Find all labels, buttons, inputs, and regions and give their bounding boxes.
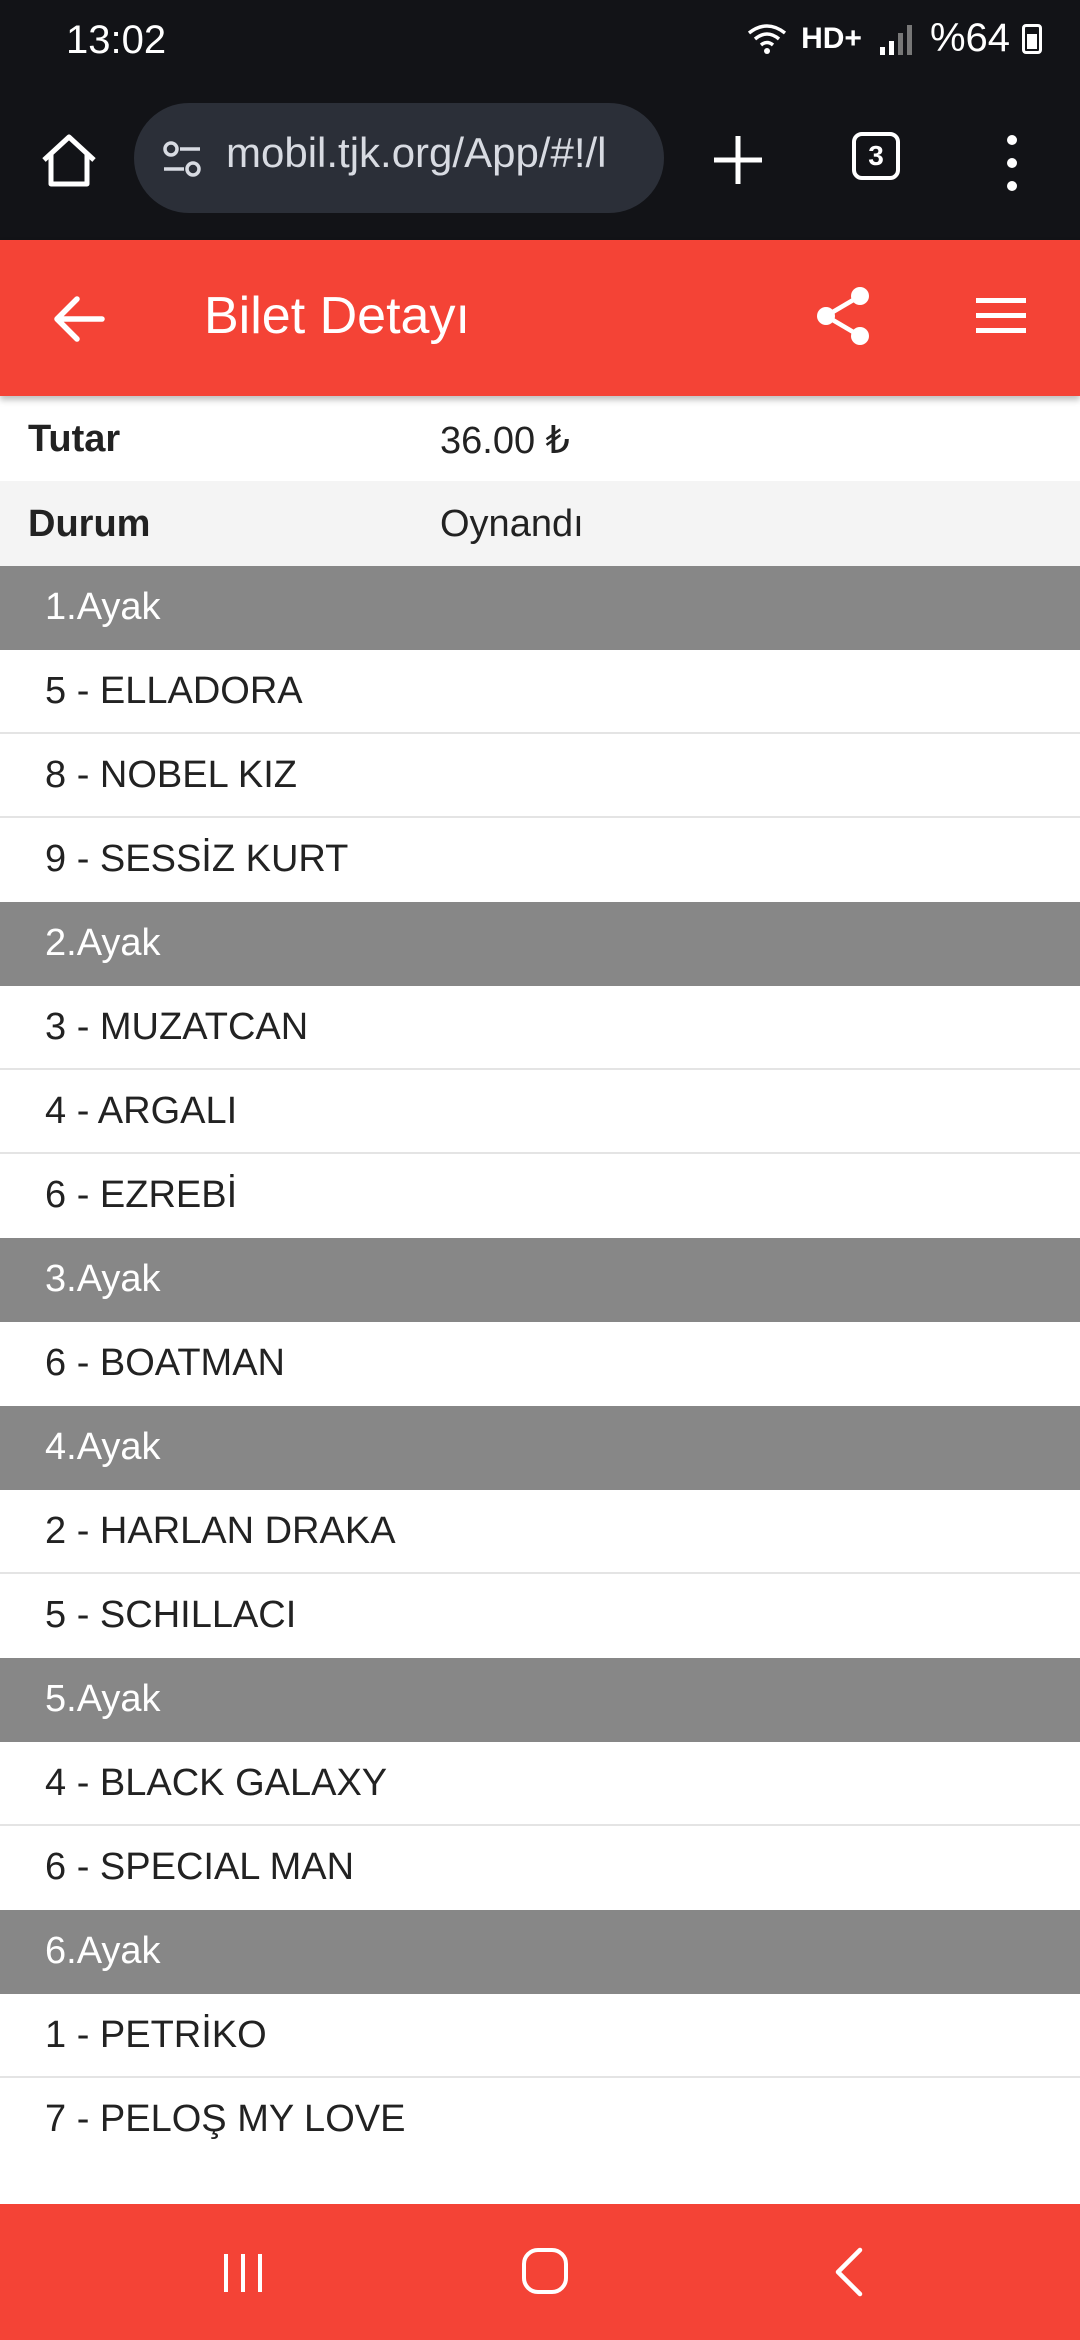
new-tab-plus-icon[interactable] (706, 128, 770, 192)
horse-name: 7 - PELOŞ MY LOVE (45, 2098, 406, 2140)
horse-row: 4 - BLACK GALAXY (0, 1742, 1080, 1826)
amount-value: 36.00 ₺ (440, 420, 570, 462)
tab-switcher-icon[interactable]: 3 (852, 132, 900, 180)
horse-row: 6 - SPECIAL MAN (0, 1826, 1080, 1910)
home-nav-icon[interactable] (520, 2246, 570, 2296)
leg-header: 2.Ayak (0, 902, 1080, 986)
status-bar: 13:02 HD+ %64 (0, 0, 1080, 88)
horse-row: 7 - PELOŞ MY LOVE (0, 2078, 1080, 2162)
amount-label: Tutar (28, 418, 121, 460)
horse-row: 6 - BOATMAN (0, 1322, 1080, 1406)
hamburger-menu-icon[interactable] (974, 294, 1028, 338)
back-arrow-icon[interactable] (50, 290, 108, 348)
back-nav-icon[interactable] (830, 2246, 870, 2298)
leg-title: 1.Ayak (45, 586, 161, 628)
recent-apps-icon[interactable] (218, 2250, 268, 2296)
leg-title: 3.Ayak (45, 1258, 161, 1300)
horse-name: 9 - SESSİZ KURT (45, 838, 349, 880)
ticket-detail-content: Tutar 36.00 ₺ Durum Oynandı 1.Ayak 5 - E… (0, 396, 1080, 2204)
horse-name: 6 - BOATMAN (45, 1342, 285, 1384)
horse-name: 6 - EZREBİ (45, 1174, 238, 1216)
leg-title: 2.Ayak (45, 922, 161, 964)
leg-header: 6.Ayak (0, 1910, 1080, 1994)
horse-row: 2 - HARLAN DRAKA (0, 1490, 1080, 1574)
page-title: Bilet Detayı (204, 287, 470, 345)
status-icons: HD+ %64 (745, 16, 1042, 61)
address-bar[interactable]: mobil.tjk.org/App/#!/l (134, 103, 664, 213)
network-type: HD+ (801, 21, 862, 55)
wifi-icon (748, 23, 787, 54)
url-text[interactable]: mobil.tjk.org/App/#!/l (226, 129, 646, 177)
leg-header: 1.Ayak (0, 566, 1080, 650)
horse-row: 4 - ARGALI (0, 1070, 1080, 1154)
horse-row: 6 - EZREBİ (0, 1154, 1080, 1238)
battery-percent: %64 (929, 16, 1010, 60)
browser-toolbar: mobil.tjk.org/App/#!/l 3 (0, 88, 1080, 240)
horse-name: 4 - BLACK GALAXY (45, 1762, 388, 1804)
status-time: 13:02 (66, 18, 167, 62)
horse-row: 8 - NOBEL KIZ (0, 734, 1080, 818)
overflow-menu-icon[interactable] (1000, 128, 1024, 198)
horse-row: 9 - SESSİZ KURT (0, 818, 1080, 902)
leg-title: 6.Ayak (45, 1930, 161, 1972)
horse-row: 5 - SCHILLACI (0, 1574, 1080, 1658)
horse-name: 2 - HARLAN DRAKA (45, 1510, 396, 1552)
share-icon[interactable] (814, 284, 874, 348)
horse-name: 5 - SCHILLACI (45, 1594, 297, 1636)
horse-name: 6 - SPECIAL MAN (45, 1846, 355, 1888)
system-nav-bar (0, 2204, 1080, 2340)
horse-name: 3 - MUZATCAN (45, 1006, 309, 1048)
site-settings-icon[interactable] (158, 135, 206, 183)
status-value: Oynandı (440, 503, 584, 545)
amount-row: Tutar 36.00 ₺ (0, 396, 1080, 481)
status-row: Durum Oynandı (0, 481, 1080, 566)
leg-header: 3.Ayak (0, 1238, 1080, 1322)
horse-row: 1 - PETRİKO (0, 1994, 1080, 2078)
leg-header: 4.Ayak (0, 1406, 1080, 1490)
horse-name: 5 - ELLADORA (45, 670, 303, 712)
battery-icon (1022, 23, 1042, 54)
home-icon[interactable] (36, 128, 102, 194)
signal-icon (879, 24, 912, 55)
leg-title: 4.Ayak (45, 1426, 161, 1468)
leg-header: 5.Ayak (0, 1658, 1080, 1742)
horse-name: 8 - NOBEL KIZ (45, 754, 297, 796)
horse-name: 1 - PETRİKO (45, 2014, 267, 2056)
app-header: Bilet Detayı (0, 240, 1080, 396)
horse-name: 4 - ARGALI (45, 1090, 238, 1132)
leg-title: 5.Ayak (45, 1678, 161, 1720)
status-label: Durum (28, 503, 151, 545)
horse-row: 3 - MUZATCAN (0, 986, 1080, 1070)
horse-row: 5 - ELLADORA (0, 650, 1080, 734)
